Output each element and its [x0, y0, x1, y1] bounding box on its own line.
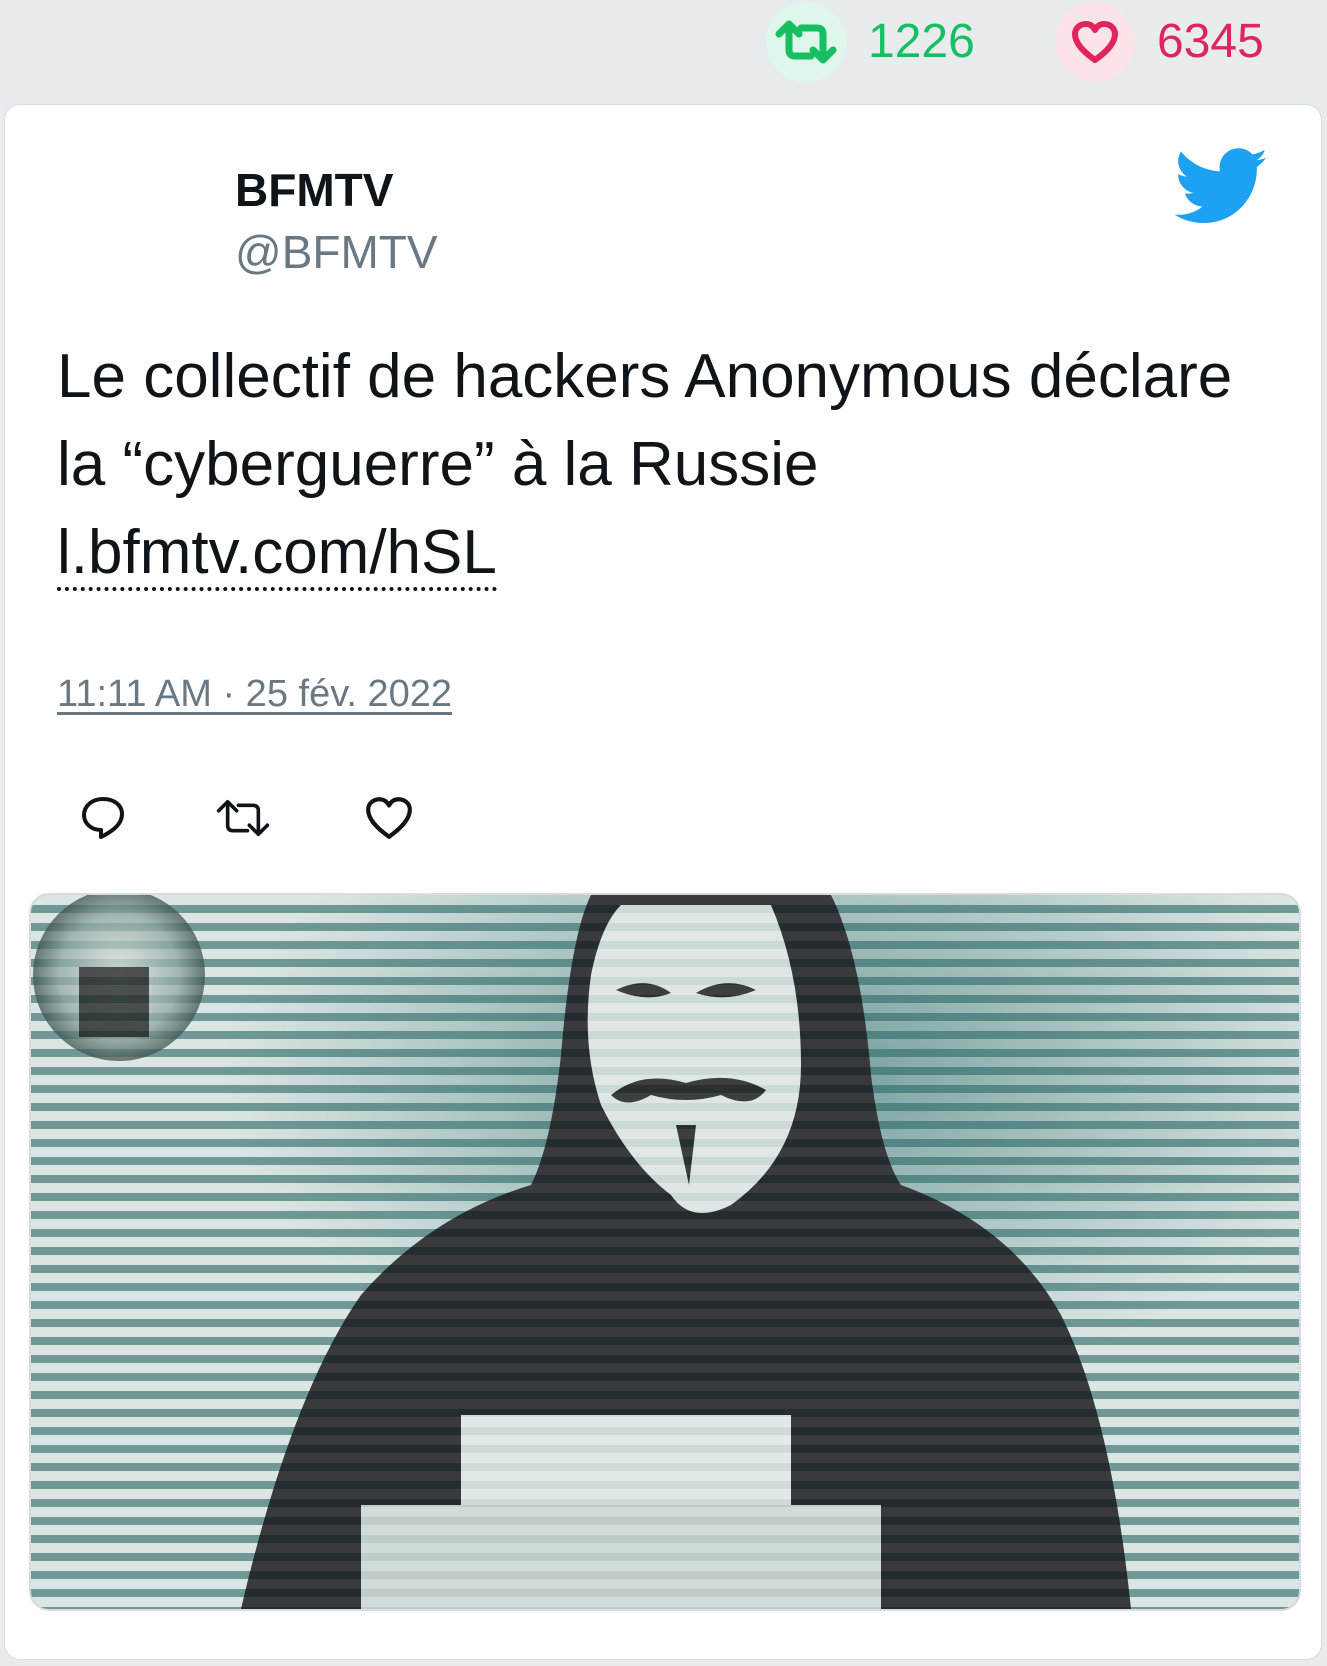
retweet-count: 1226	[868, 15, 975, 68]
tweet-card[interactable]: BFMTV @BFMTV Le collectif de hackers Ano…	[4, 104, 1322, 1660]
author-handle[interactable]: @BFMTV	[235, 227, 438, 278]
tweet-media[interactable]	[29, 893, 1301, 1611]
tweet-text: Le collectif de hackers Anonymous déclar…	[57, 333, 1257, 597]
author-name[interactable]: BFMTV	[235, 165, 393, 216]
engagement-stats: 1226 6345	[0, 0, 1327, 100]
retweet-icon[interactable]	[215, 790, 271, 846]
like-stat[interactable]: 6345	[1055, 2, 1264, 82]
tweet-link[interactable]: l.bfmtv.com/hSL	[57, 518, 497, 591]
retweet-icon[interactable]	[766, 2, 846, 82]
twitter-bird-icon[interactable]	[1174, 145, 1269, 229]
person-in-guy-fawkes-mask-icon	[31, 895, 1299, 1609]
tweet-body: Le collectif de hackers Anonymous déclar…	[57, 342, 1233, 499]
tweet-timestamp[interactable]: 11:11 AM · 25 fév. 2022	[57, 673, 452, 716]
reply-icon[interactable]	[75, 790, 131, 846]
retweet-stat[interactable]: 1226	[766, 2, 975, 82]
like-count: 6345	[1157, 15, 1264, 68]
heart-icon[interactable]	[361, 790, 417, 846]
heart-icon[interactable]	[1055, 2, 1135, 82]
